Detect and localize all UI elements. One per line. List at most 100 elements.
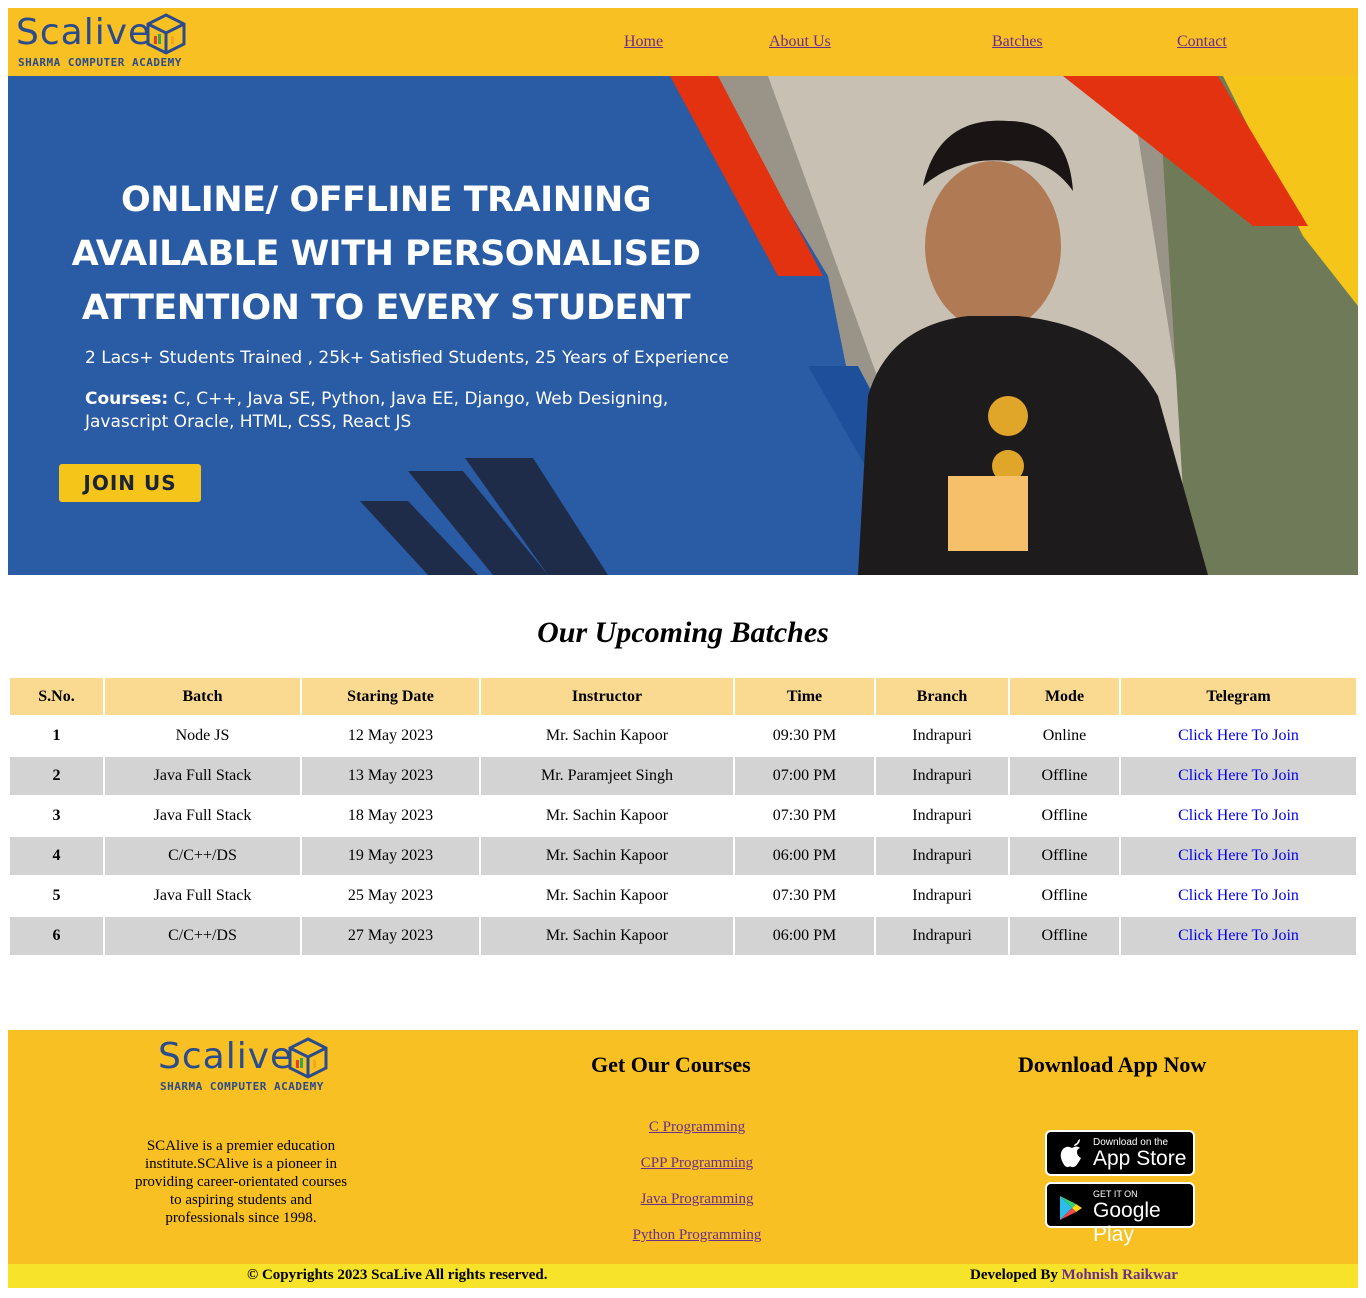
cell-mode: Offline <box>1041 807 1088 824</box>
cell-telegram: Click Here To Join <box>1121 717 1356 755</box>
footer-about-text: SCAlive is a premier education institute… <box>134 1138 348 1226</box>
course-link-cpp[interactable]: CPP Programming <box>597 1155 797 1172</box>
cell-sno: 2 <box>10 757 103 795</box>
cell-mode: Offline <box>1010 757 1119 795</box>
cell-telegram: Click Here To Join <box>1121 797 1356 835</box>
cell-instructor: Mr. Sachin Kapoor <box>545 887 669 904</box>
top-navbar: Scalive SHARMA COMPUTER ACADEMY Home Abo… <box>8 8 1358 76</box>
col-start-date: Staring Date <box>302 678 479 715</box>
cell-branch: Indrapuri <box>876 837 1008 875</box>
cell-sno: 6 <box>10 917 103 955</box>
cell-time: 07:30 PM <box>772 887 837 904</box>
cell-instructor: Mr. Sachin Kapoor <box>481 837 733 875</box>
cell-date: 27 May 2023 <box>302 917 479 955</box>
telegram-join-link[interactable]: Click Here To Join <box>1178 887 1299 904</box>
banner-headline-2: AVAILABLE WITH PERSONALISED <box>71 234 701 274</box>
copyright-bar: © Copyrights 2023 ScaLive All rights res… <box>8 1264 1358 1288</box>
logo-wordmark: Scalive <box>16 12 152 53</box>
telegram-join-link[interactable]: Click Here To Join <box>1178 767 1299 784</box>
cell-date: 19 May 2023 <box>302 837 479 875</box>
cell-branch: Indrapuri <box>912 807 972 824</box>
google-play-icon <box>1060 1196 1082 1220</box>
copyright-text: © Copyrights 2023 ScaLive All rights res… <box>247 1267 548 1283</box>
telegram-join-link[interactable]: Click Here To Join <box>1178 807 1299 824</box>
nav-about-link[interactable]: About Us <box>769 33 831 51</box>
footer-logo-tagline: SHARMA COMPUTER ACADEMY <box>160 1080 324 1093</box>
courses-list: C, C++, Java SE, Python, Java EE, Django… <box>85 389 669 432</box>
banner-headline-1: ONLINE/ OFFLINE TRAINING <box>120 180 652 220</box>
course-link-java[interactable]: Java Programming <box>597 1191 797 1208</box>
footer-logo[interactable]: Scalive SHARMA COMPUTER ACADEMY <box>158 1036 328 1098</box>
cell-sno: 4 <box>10 837 103 875</box>
batches-title: Our Upcoming Batches <box>537 616 829 649</box>
cell-date: 13 May 2023 <box>302 757 479 795</box>
nav-contact-link[interactable]: Contact <box>1177 33 1227 51</box>
cell-time: 07:00 PM <box>735 757 874 795</box>
cell-date: 18 May 2023 <box>347 807 434 824</box>
cell-telegram: Click Here To Join <box>1121 757 1356 795</box>
telegram-join-link[interactable]: Click Here To Join <box>1178 727 1299 744</box>
cube-logo-icon <box>146 13 186 55</box>
cell-time: 06:00 PM <box>735 837 874 875</box>
table-row: 2 Java Full Stack 13 May 2023 Mr. Paramj… <box>10 757 1356 795</box>
table-row: 6 C/C++/DS 27 May 2023 Mr. Sachin Kapoor… <box>10 917 1356 955</box>
cell-telegram: Click Here To Join <box>1121 917 1356 955</box>
col-mode: Mode <box>1010 678 1119 715</box>
col-batch: Batch <box>105 678 300 715</box>
course-link-python[interactable]: Python Programming <box>597 1227 797 1244</box>
table-row: 5 Java Full Stack 25 May 2023 Mr. Sachin… <box>10 877 1356 915</box>
cell-instructor: Mr. Sachin Kapoor <box>481 917 733 955</box>
courses-label: Courses: <box>85 389 169 409</box>
cell-branch: Indrapuri <box>912 887 972 904</box>
cell-telegram: Click Here To Join <box>1121 877 1356 915</box>
play-small-text: GET IT ON <box>1093 1189 1138 1199</box>
col-time: Time <box>735 678 874 715</box>
nav-batches-link[interactable]: Batches <box>992 33 1043 51</box>
col-branch: Branch <box>876 678 1008 715</box>
footer-logo-wordmark: Scalive <box>158 1036 294 1077</box>
cell-branch: Indrapuri <box>876 917 1008 955</box>
cell-branch: Indrapuri <box>876 757 1008 795</box>
play-big-text: Google Play <box>1093 1199 1161 1246</box>
cell-mode: Offline <box>1041 887 1088 904</box>
course-link-c[interactable]: C Programming <box>597 1119 797 1136</box>
brand-logo[interactable]: Scalive SHARMA COMPUTER ACADEMY <box>16 12 186 74</box>
cell-instructor: Mr. Paramjeet Singh <box>481 757 733 795</box>
app-store-badge[interactable]: Download on the App Store <box>1045 1130 1195 1176</box>
developed-by-label: Developed By <box>970 1267 1058 1283</box>
footer: Scalive SHARMA COMPUTER ACADEMY SCAlive … <box>8 1030 1358 1264</box>
cell-batch: C/C++/DS <box>105 837 300 875</box>
banner-stats: 2 Lacs+ Students Trained , 25k+ Satisfie… <box>85 348 729 368</box>
nav-home-link[interactable]: Home <box>624 33 663 51</box>
col-instructor: Instructor <box>481 678 733 715</box>
cell-time: 06:00 PM <box>735 917 874 955</box>
table-row: 1 Node JS 12 May 2023 Mr. Sachin Kapoor … <box>10 717 1356 755</box>
cell-sno: 3 <box>52 807 61 824</box>
cell-mode: Offline <box>1010 837 1119 875</box>
col-sno: S.No. <box>10 678 103 715</box>
table-row: 4 C/C++/DS 19 May 2023 Mr. Sachin Kapoor… <box>10 837 1356 875</box>
cell-instructor: Mr. Sachin Kapoor <box>545 727 669 744</box>
cell-telegram: Click Here To Join <box>1121 837 1356 875</box>
cell-sno: 5 <box>52 887 61 904</box>
cell-mode: Offline <box>1010 917 1119 955</box>
join-us-button[interactable]: JOIN US <box>59 464 201 502</box>
table-header-row: S.No. Batch Staring Date Instructor Time… <box>10 678 1356 715</box>
app-heading: Download App Now <box>1018 1052 1207 1077</box>
cell-batch: C/C++/DS <box>105 917 300 955</box>
appstore-big-text: App Store <box>1093 1147 1187 1170</box>
developer-link[interactable]: Mohnish Raikwar <box>1062 1267 1178 1283</box>
col-telegram: Telegram <box>1121 678 1356 715</box>
cell-branch: Indrapuri <box>912 727 972 744</box>
cell-mode: Online <box>1042 727 1087 744</box>
google-play-badge[interactable]: GET IT ON Google Play <box>1045 1182 1195 1246</box>
telegram-join-link[interactable]: Click Here To Join <box>1178 847 1299 864</box>
courses-heading: Get Our Courses <box>591 1052 751 1077</box>
cell-batch: Java Full Stack <box>105 757 300 795</box>
developer-credit: Developed By Mohnish Raikwar <box>970 1267 1178 1284</box>
cell-batch: Node JS <box>175 727 230 744</box>
cell-date: 12 May 2023 <box>347 727 434 744</box>
cell-time: 09:30 PM <box>772 727 837 744</box>
telegram-join-link[interactable]: Click Here To Join <box>1178 927 1299 944</box>
banner-headline-3: ATTENTION TO EVERY STUDENT <box>81 288 691 328</box>
